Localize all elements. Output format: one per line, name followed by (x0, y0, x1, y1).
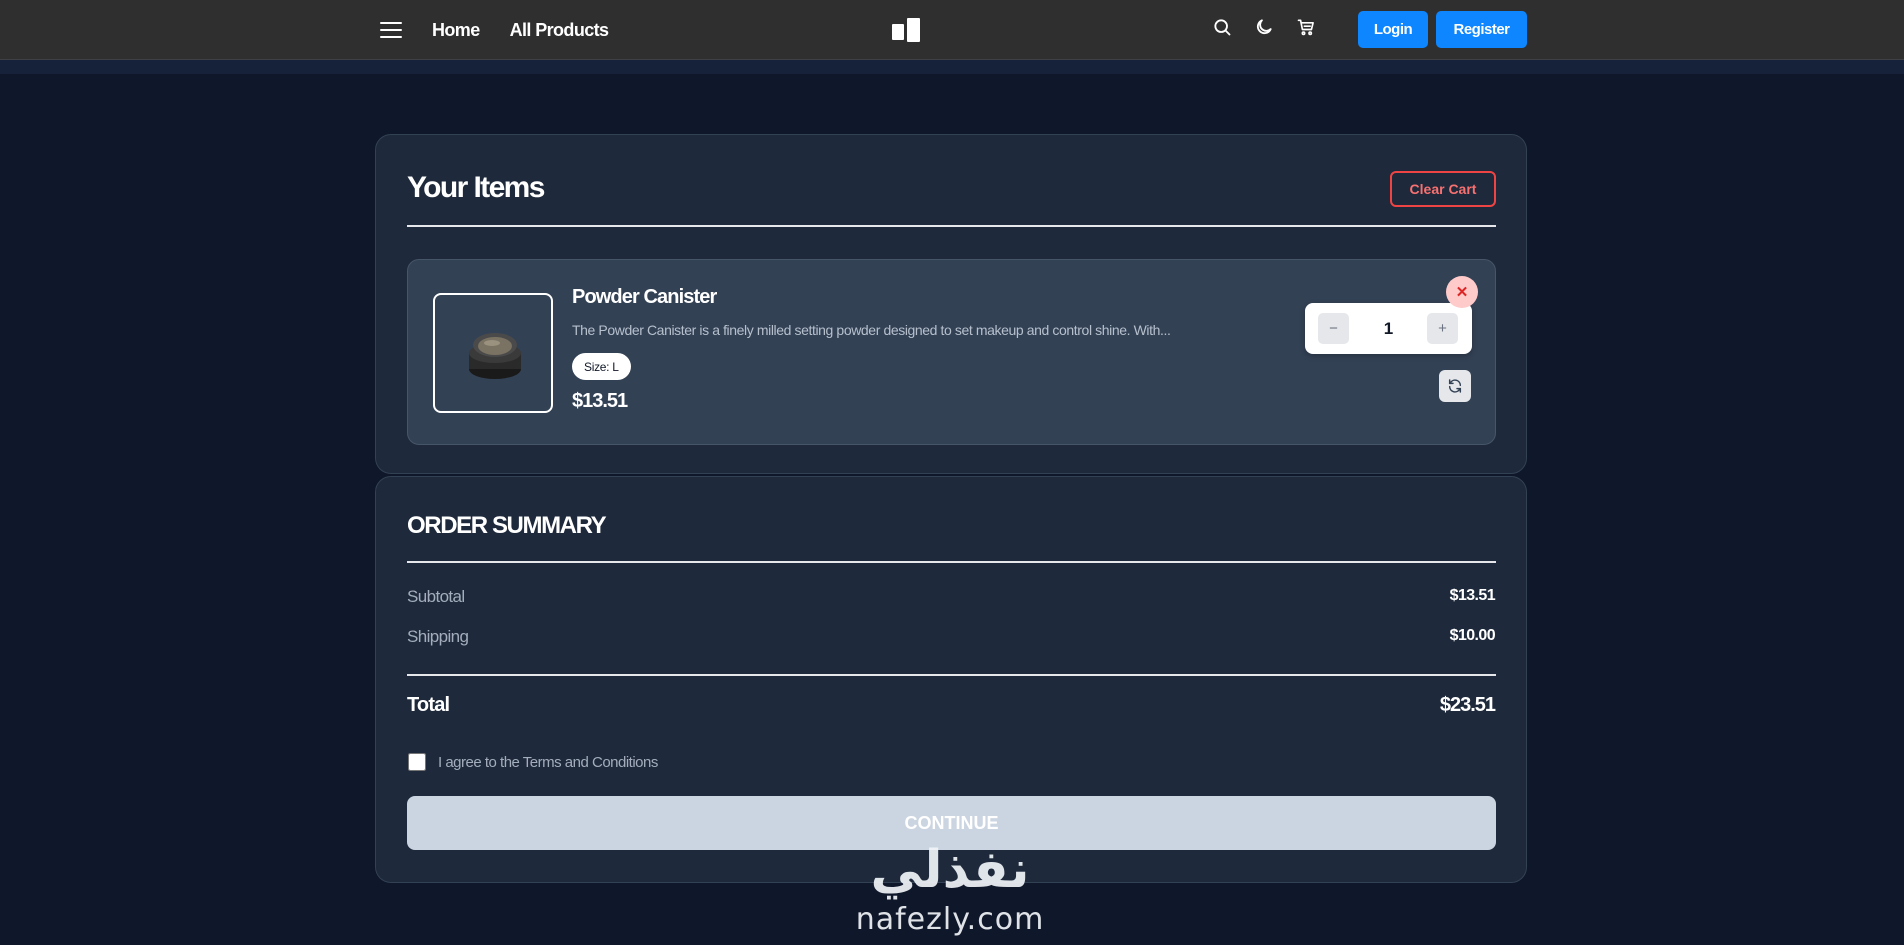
shipping-label: Shipping (407, 627, 469, 646)
divider (407, 674, 1496, 676)
total-value: $23.51 (1439, 694, 1496, 716)
refresh-icon (1448, 379, 1462, 393)
cart-icon[interactable] (1296, 17, 1316, 37)
terms-checkbox[interactable] (408, 753, 426, 771)
product-image[interactable] (433, 293, 553, 413)
watermark-arabic: نفذلي (870, 840, 1030, 900)
subtotal-label: Subtotal (407, 587, 465, 606)
cart-item: Powder Canister The Powder Canister is a… (407, 259, 1496, 445)
nav-link-home[interactable]: Home (432, 20, 480, 41)
quantity-decrease-button[interactable]: − (1318, 313, 1349, 344)
subtotal-value: $13.51 (1449, 587, 1496, 604)
divider (407, 561, 1496, 563)
terms-label: I agree to the Terms and Conditions (438, 753, 658, 771)
quantity-stepper: − + (1305, 303, 1472, 354)
cart-title: Your Items (407, 171, 545, 204)
search-icon[interactable] (1212, 17, 1232, 37)
menu-icon[interactable] (380, 22, 402, 38)
terms-agreement[interactable]: I agree to the Terms and Conditions (408, 753, 658, 771)
watermark: نفذلي nafezly.com (830, 840, 1070, 940)
product-name[interactable]: Powder Canister (572, 286, 717, 309)
product-price: $13.51 (572, 390, 628, 412)
quantity-input[interactable] (1355, 315, 1422, 342)
moon-icon[interactable] (1254, 17, 1274, 37)
nav-link-all-products[interactable]: All Products (510, 20, 609, 41)
quantity-increase-button[interactable]: + (1427, 313, 1458, 344)
register-button[interactable]: Register (1436, 11, 1527, 48)
size-badge: Size: L (572, 353, 631, 380)
remove-item-button[interactable]: ✕ (1446, 276, 1478, 308)
summary-title: ORDER SUMMARY (407, 512, 607, 539)
divider (407, 225, 1496, 227)
order-summary-card: ORDER SUMMARY Subtotal $13.51 Shipping $… (375, 476, 1527, 883)
watermark-latin: nafezly.com (855, 902, 1045, 937)
logo[interactable] (892, 18, 922, 42)
clear-cart-button[interactable]: Clear Cart (1390, 171, 1496, 207)
shipping-value: $10.00 (1449, 627, 1496, 644)
nav-left: Home All Products (380, 0, 609, 60)
nav-icons (1212, 17, 1316, 37)
navbar-shadow (0, 60, 1904, 74)
cart-items-card: Your Items Clear Cart Powder Canister Th… (375, 134, 1527, 474)
refresh-item-button[interactable] (1439, 370, 1471, 402)
navbar: Home All Products Login Register (0, 0, 1904, 60)
product-description: The Powder Canister is a finely milled s… (572, 322, 1171, 338)
total-label: Total (407, 694, 450, 716)
login-button[interactable]: Login (1358, 11, 1428, 48)
